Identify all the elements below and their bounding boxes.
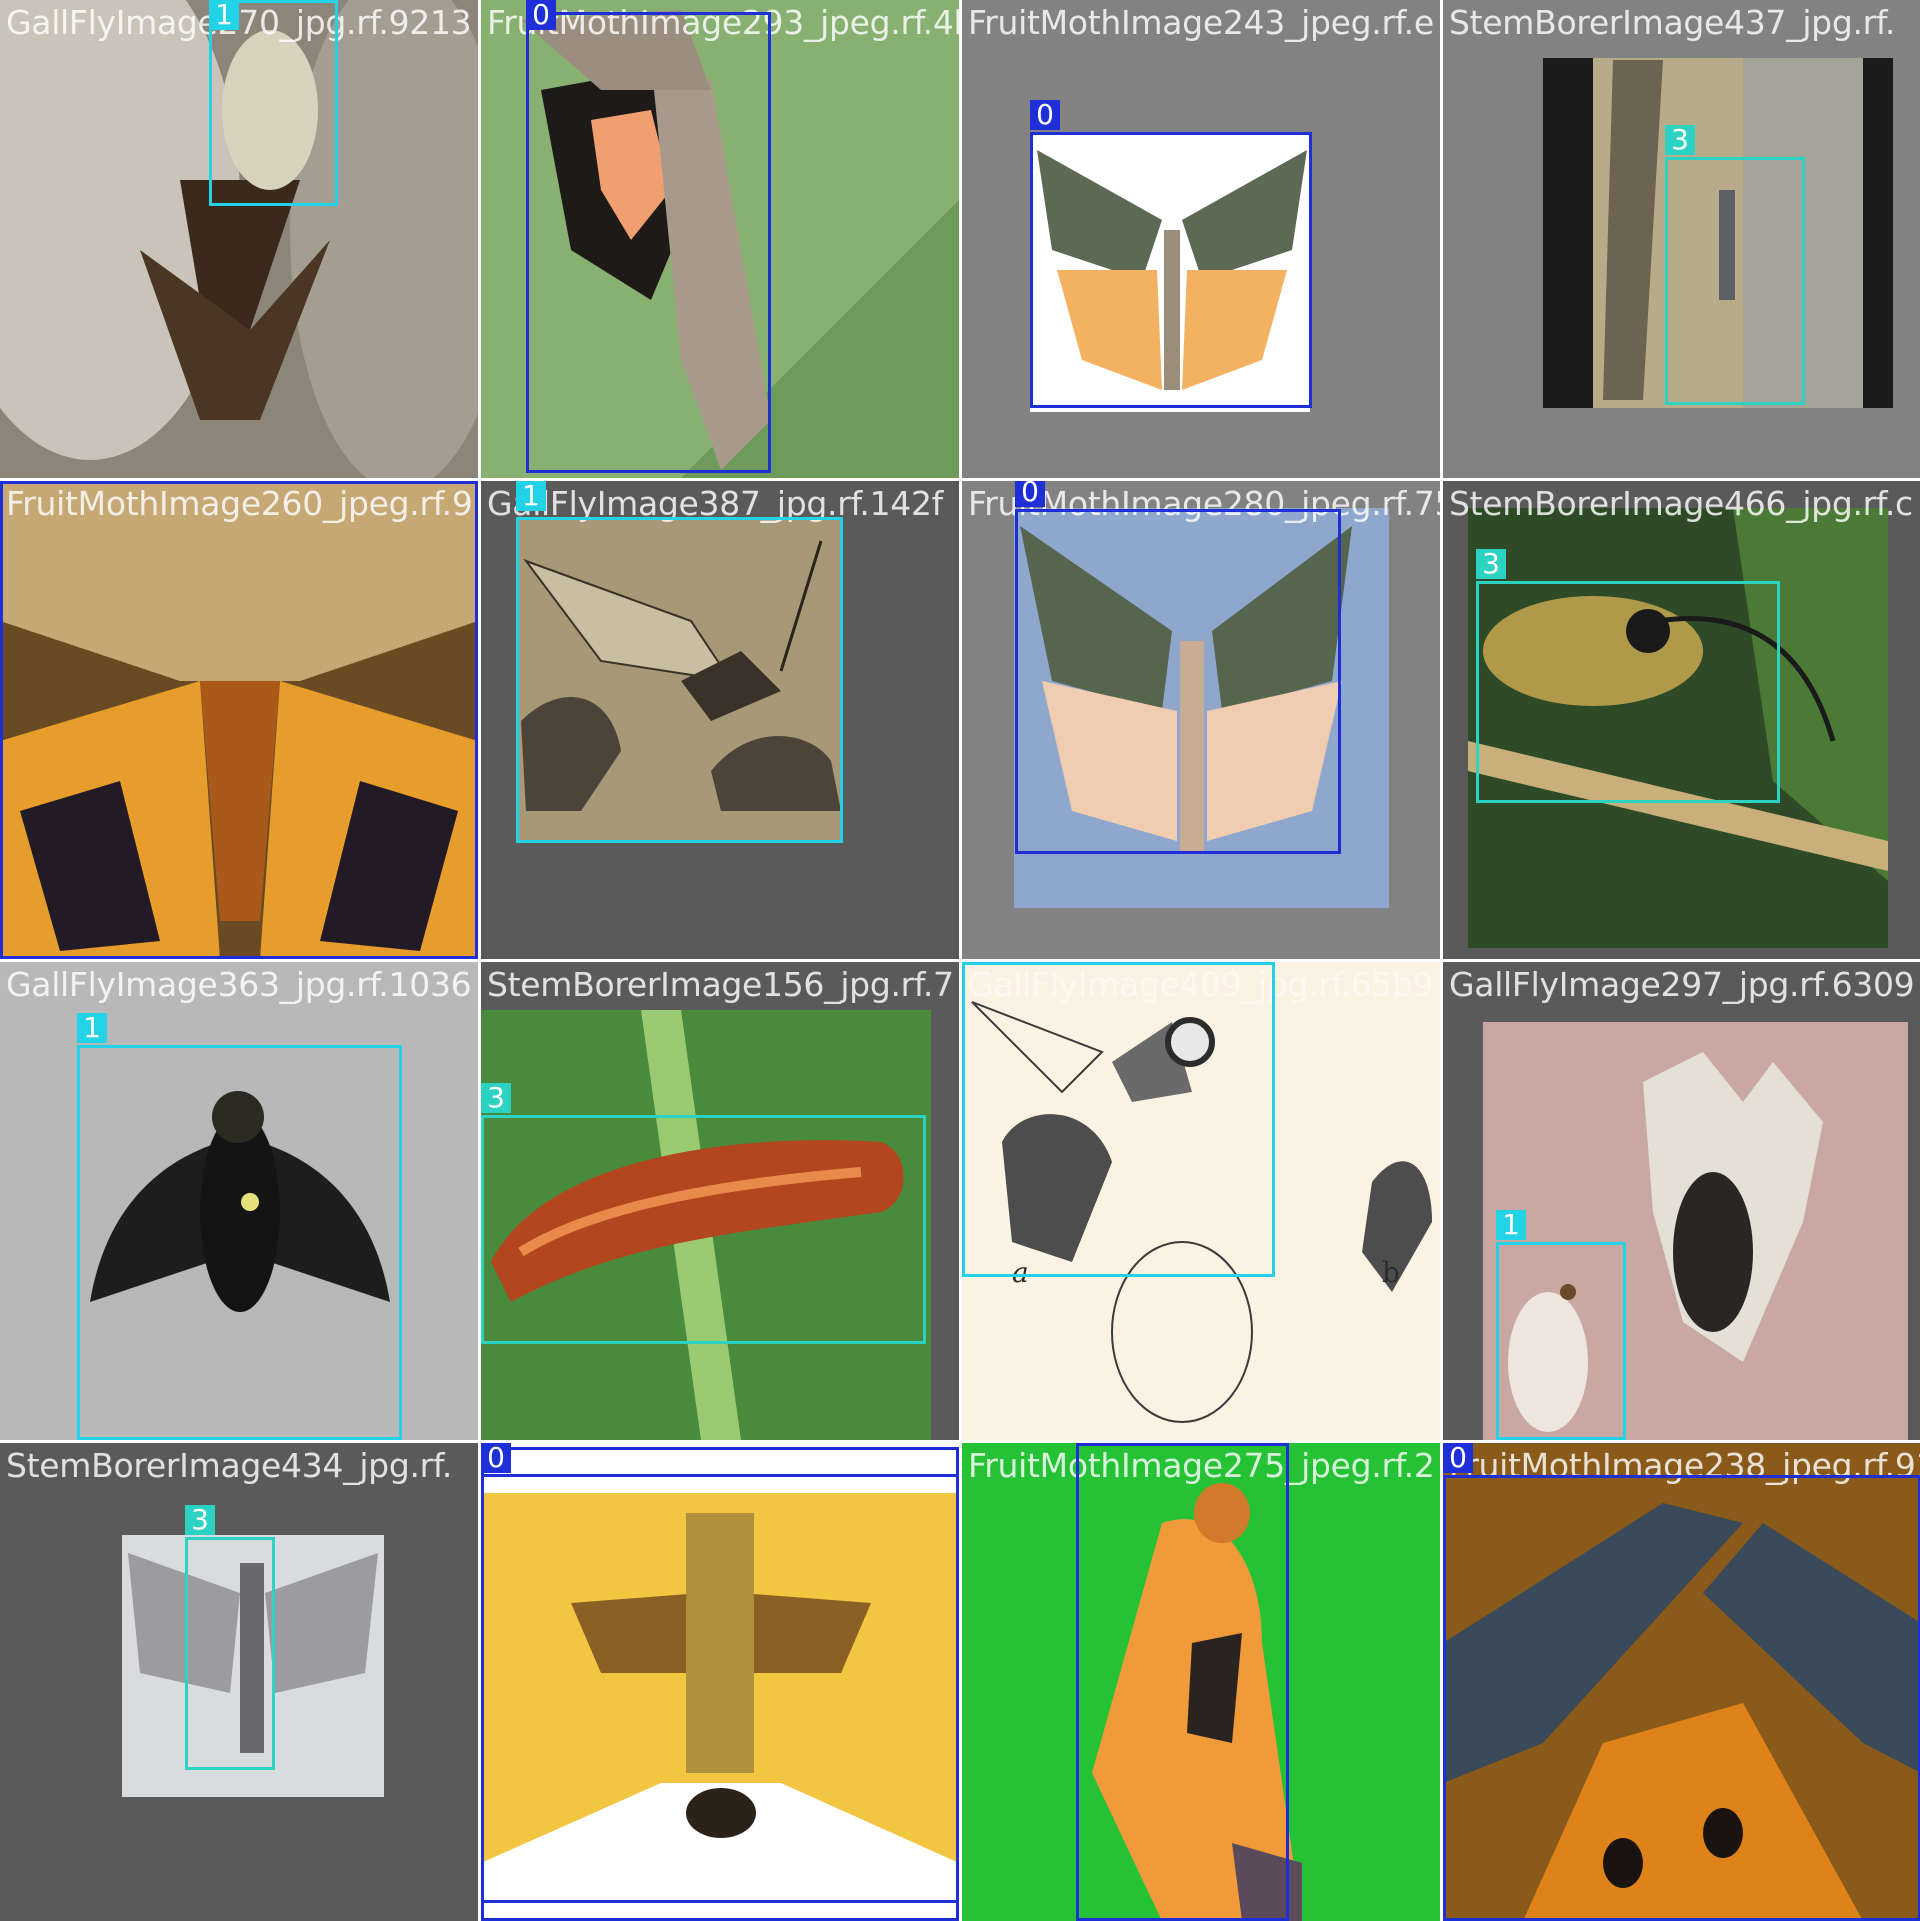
tile-stemborer-437: StemBorerImage437_jpg.rf. 3 [1443, 0, 1920, 478]
class-id-tag: 3 [481, 1083, 511, 1113]
tile-gallfly-363: GallFlyImage363_jpg.rf.1036 1 [0, 962, 478, 1440]
tile-stemborer-434: StemBorerImage434_jpg.rf. 3 [0, 1443, 478, 1921]
bounding-box [1076, 1443, 1289, 1921]
bounding-box [1015, 509, 1341, 854]
bounding-box [526, 12, 771, 473]
tile-fruitmoth-293: FruitMothImage293_jpeg.rf.4b 0 [481, 0, 959, 478]
tile-fruitmoth-243: FruitMothImage243_jpeg.rf.e 0 [962, 0, 1440, 478]
bounding-box [481, 1474, 959, 1921]
class-id-tag: 0 [526, 0, 556, 30]
tile-gallfly-409: b a GallFlyImage409_jpg.rf.65b9 1 [962, 962, 1440, 1440]
class-id-tag: 0 [481, 1443, 511, 1473]
tile-stemborer-466: StemBorerImage466_jpg.rf.c 3 [1443, 481, 1920, 959]
bounding-box [962, 962, 1275, 1277]
bounding-box [1496, 1242, 1626, 1440]
tile-fruitmoth-240: FruitMothImage240_jpeg.rf. 0 0 [481, 1443, 959, 1921]
bounding-box [1443, 1475, 1920, 1921]
class-id-tag: 1 [1496, 1210, 1526, 1240]
bounding-box [185, 1537, 275, 1770]
class-id-tag: 0 [1015, 481, 1045, 507]
class-id-tag: 1 [209, 0, 239, 30]
class-id-tag: 0 [1443, 1443, 1473, 1473]
bounding-box [516, 517, 843, 843]
tile-stemborer-156: StemBorerImage156_jpg.rf.7 3 [481, 962, 959, 1440]
class-id-tag: 0 [1030, 100, 1060, 130]
bounding-box [1665, 157, 1805, 405]
class-id-tag: 3 [185, 1505, 215, 1535]
bounding-box [1476, 581, 1780, 803]
bounding-box [77, 1045, 402, 1440]
detection-mosaic: GallFlyImage270_jpg.rf.9213 1 FruitMothI… [0, 0, 1920, 1921]
tile-fruitmoth-280: FruitMothImage280_jpeg.rf.75 0 [962, 481, 1440, 959]
bounding-box [0, 481, 478, 959]
tile-fruitmoth-275: FruitMothImage275_jpeg.rf.2 0 [962, 1443, 1440, 1921]
class-id-tag: 1 [516, 481, 546, 511]
tile-gallfly-270: GallFlyImage270_jpg.rf.9213 1 [0, 0, 478, 478]
tile-fruitmoth-238: FruitMothImage238_jpeg.rf.91 0 [1443, 1443, 1920, 1921]
tile-fruitmoth-260: FruitMothImage260_jpeg.rf.95 0 [0, 481, 478, 959]
class-id-tag: 3 [1665, 125, 1695, 155]
class-id-tag: 3 [1476, 549, 1506, 579]
tile-gallfly-297: GallFlyImage297_jpg.rf.6309 1 [1443, 962, 1920, 1440]
tile-gallfly-387: GallFlyImage387_jpg.rf.142f 1 [481, 481, 959, 959]
class-id-tag: 1 [77, 1013, 107, 1043]
bounding-box [481, 1115, 926, 1344]
bounding-box [1030, 132, 1312, 408]
svg-text:b: b [1382, 1256, 1400, 1289]
